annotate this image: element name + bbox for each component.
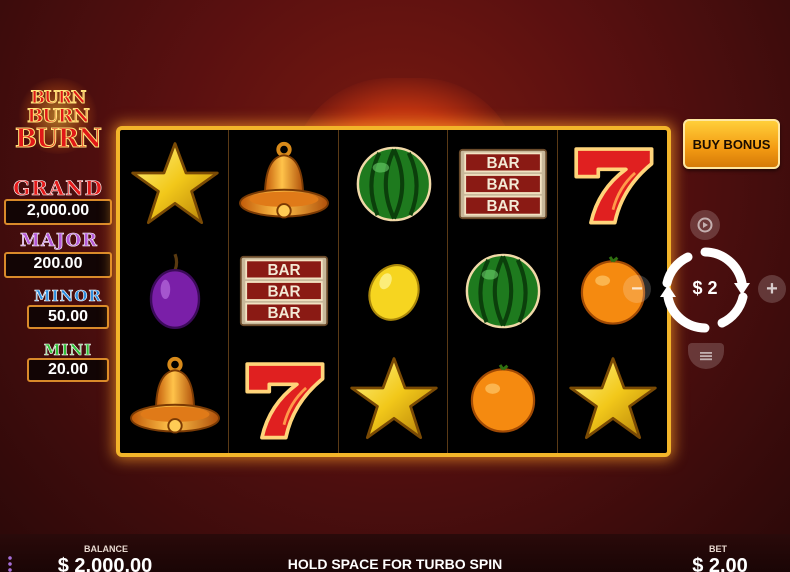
reel-4: BAR BAR BAR [449,130,558,453]
balance-label: BALANCE [84,544,128,554]
reel-2: BAR BAR BAR [230,130,339,453]
game-logo: BURN BURN BURN [8,78,108,154]
menu-icon [700,352,712,361]
reel-1 [120,130,229,453]
svg-text:BAR: BAR [487,198,520,215]
major-jackpot-value: 200.00 [4,252,112,278]
bar-symbol: BAR BAR BAR [449,130,558,237]
minor-jackpot-value: 50.00 [27,305,109,329]
balance-value: $ 2,000.00 [57,555,153,572]
grand-jackpot-label: GRAND [13,176,103,201]
svg-text:BAR: BAR [487,176,520,193]
star-symbol [558,345,667,452]
autoplay-button[interactable] [690,210,720,240]
reel-5 [558,130,667,453]
menu-button[interactable] [688,343,724,369]
svg-text:BAR: BAR [268,283,301,300]
bar-symbol: BAR BAR BAR [230,238,339,345]
bet-label: BET [709,544,727,554]
options-menu-icon[interactable] [8,555,12,572]
svg-text:BAR: BAR [268,262,301,279]
turbo-spin-hint: HOLD SPACE FOR TURBO SPIN [287,556,503,572]
bell-symbol [230,130,339,237]
orange-symbol [558,238,667,345]
star-symbol [339,345,448,452]
svg-text:BAR: BAR [487,154,520,171]
seven-symbol [558,130,667,237]
bet-value: $ 2.00 [692,555,748,572]
autoplay-icon [697,217,713,233]
reels-grid: BAR BAR BAR BAR BAR BAR [116,126,671,457]
lemon-symbol [339,238,448,345]
mini-jackpot-label: MINI [43,341,93,360]
watermelon-symbol [449,238,558,345]
decrease-bet-button[interactable]: − [623,275,651,303]
watermelon-symbol [339,130,448,237]
orange-symbol [449,345,558,452]
plum-symbol [120,238,229,345]
major-jackpot-label: MAJOR [19,230,99,252]
star-symbol [120,130,229,237]
spin-bet-amount: $ 2 [692,278,718,298]
reel-3 [339,130,449,453]
seven-symbol [230,345,339,452]
grand-jackpot-value: 2,000.00 [4,199,112,225]
svg-text:BAR: BAR [268,305,301,322]
mini-jackpot-value: 20.00 [27,358,109,382]
increase-bet-button[interactable]: + [758,275,786,303]
bell-symbol [120,345,229,452]
minor-jackpot-label: MINOR [34,287,102,306]
buy-bonus-button[interactable]: BUY BONUS [683,119,780,169]
